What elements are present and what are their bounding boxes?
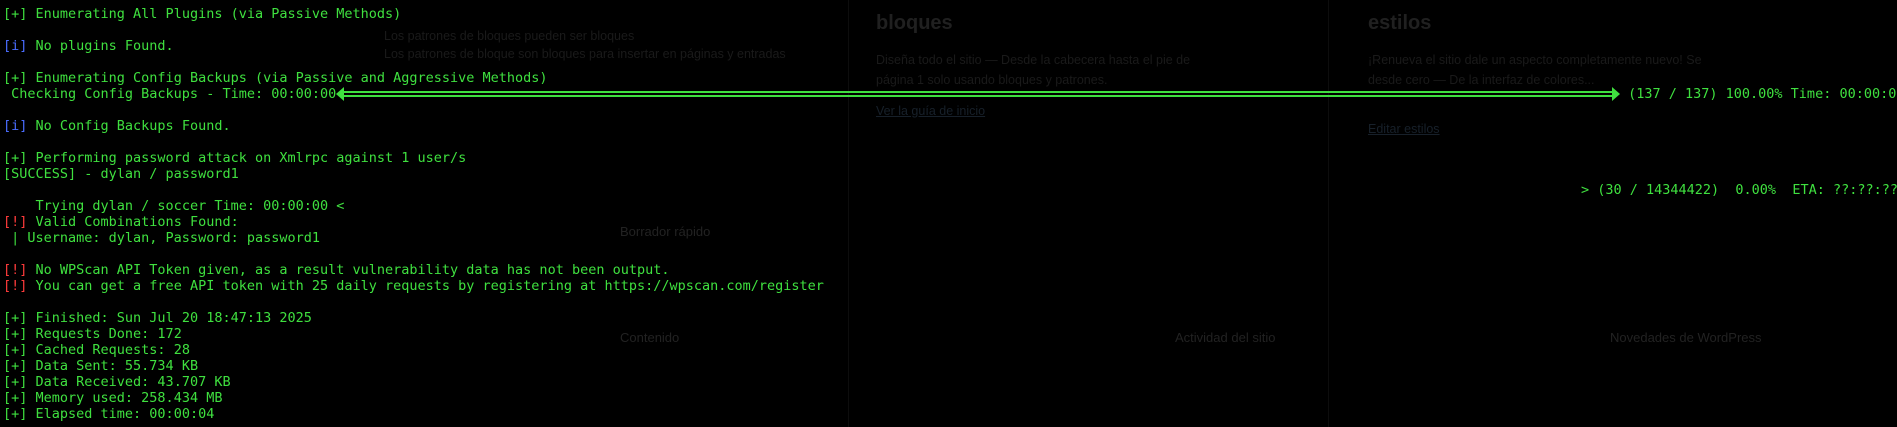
line-text: You can get a free API token with 25 dai… (27, 278, 824, 294)
line-text: Data Sent: 55.734 KB (27, 358, 199, 374)
terminal-line: [+] Memory used: 258.434 MB (3, 390, 1893, 406)
terminal-line: [+] Requests Done: 172 (3, 326, 1893, 342)
line-text: Cached Requests: 28 (27, 342, 190, 358)
terminal-line: [!] No WPScan API Token given, as a resu… (3, 262, 1893, 278)
terminal-line: [+] Data Received: 43.707 KB (3, 374, 1893, 390)
status-tag: [+] (3, 310, 28, 326)
line-text: No Config Backups Found. (27, 118, 231, 134)
alert-tag: [!] (3, 278, 28, 294)
line-text: Data Received: 43.707 KB (27, 374, 231, 390)
progress-label: Checking Config Backups - Time: 00:00:00 (3, 86, 345, 102)
status-tag: [+] (3, 342, 28, 358)
terminal-line: [+] Finished: Sun Jul 20 18:47:13 2025 (3, 310, 1893, 326)
status-tag: [+] (3, 406, 28, 422)
line-text: Memory used: 258.434 MB (27, 390, 223, 406)
trying-line: Trying dylan / soccer Time: 00:00:00 < >… (3, 182, 1897, 214)
status-tag: [+] (3, 326, 28, 342)
terminal-line: [+] Performing password attack on Xmlrpc… (3, 150, 1893, 166)
terminal-line: [i] No Config Backups Found. (3, 118, 1893, 134)
line-text: Elapsed time: 00:00:04 (27, 406, 215, 422)
credential-line: | Username: dylan, Password: password1 (3, 230, 320, 246)
line-text: Enumerating All Plugins (via Passive Met… (27, 6, 402, 22)
status-tag: [+] (3, 150, 28, 166)
info-tag: [i] (3, 38, 28, 54)
trying-stats: > (30 / 14344422) 0.00% ETA: ??:??:?? (1581, 182, 1897, 198)
alert-tag: [!] (3, 262, 28, 278)
success-line: [SUCCESS] - dylan / password1 (3, 166, 239, 182)
terminal-line: [+] Cached Requests: 28 (3, 342, 1893, 358)
status-tag: [+] (3, 70, 28, 86)
terminal-line: [!] Valid Combinations Found: (3, 214, 1893, 230)
terminal-line: [+] Elapsed time: 00:00:04 (3, 406, 1893, 422)
alert-tag: [!] (3, 214, 28, 230)
progress-line: Checking Config Backups - Time: 00:00:00… (3, 86, 1897, 102)
terminal-line: [+] Enumerating All Plugins (via Passive… (3, 6, 1893, 22)
line-text: No plugins Found. (27, 38, 174, 54)
line-text: Enumerating Config Backups (via Passive … (27, 70, 548, 86)
line-text: Valid Combinations Found: (27, 214, 239, 230)
progress-bar (336, 87, 1620, 101)
trying-label: Trying dylan / soccer Time: 00:00:00 < (35, 198, 345, 214)
terminal-line: [+] Data Sent: 55.734 KB (3, 358, 1893, 374)
line-text: No WPScan API Token given, as a result v… (27, 262, 670, 278)
line-text: Requests Done: 172 (27, 326, 182, 342)
terminal-line: [!] You can get a free API token with 25… (3, 278, 1893, 294)
info-tag: [i] (3, 118, 28, 134)
terminal-output[interactable]: [+] Enumerating All Plugins (via Passive… (3, 6, 1897, 422)
status-tag: [+] (3, 374, 28, 390)
status-tag: [+] (3, 6, 28, 22)
status-tag: [+] (3, 358, 28, 374)
status-tag: [+] (3, 390, 28, 406)
terminal-line: [+] Enumerating Config Backups (via Pass… (3, 70, 1893, 86)
terminal-line: [i] No plugins Found. (3, 38, 1893, 54)
line-text: Finished: Sun Jul 20 18:47:13 2025 (27, 310, 312, 326)
line-text: Performing password attack on Xmlrpc aga… (27, 150, 467, 166)
progress-stats: (137 / 137) 100.00% Time: 00:00:00 (1620, 86, 1897, 102)
